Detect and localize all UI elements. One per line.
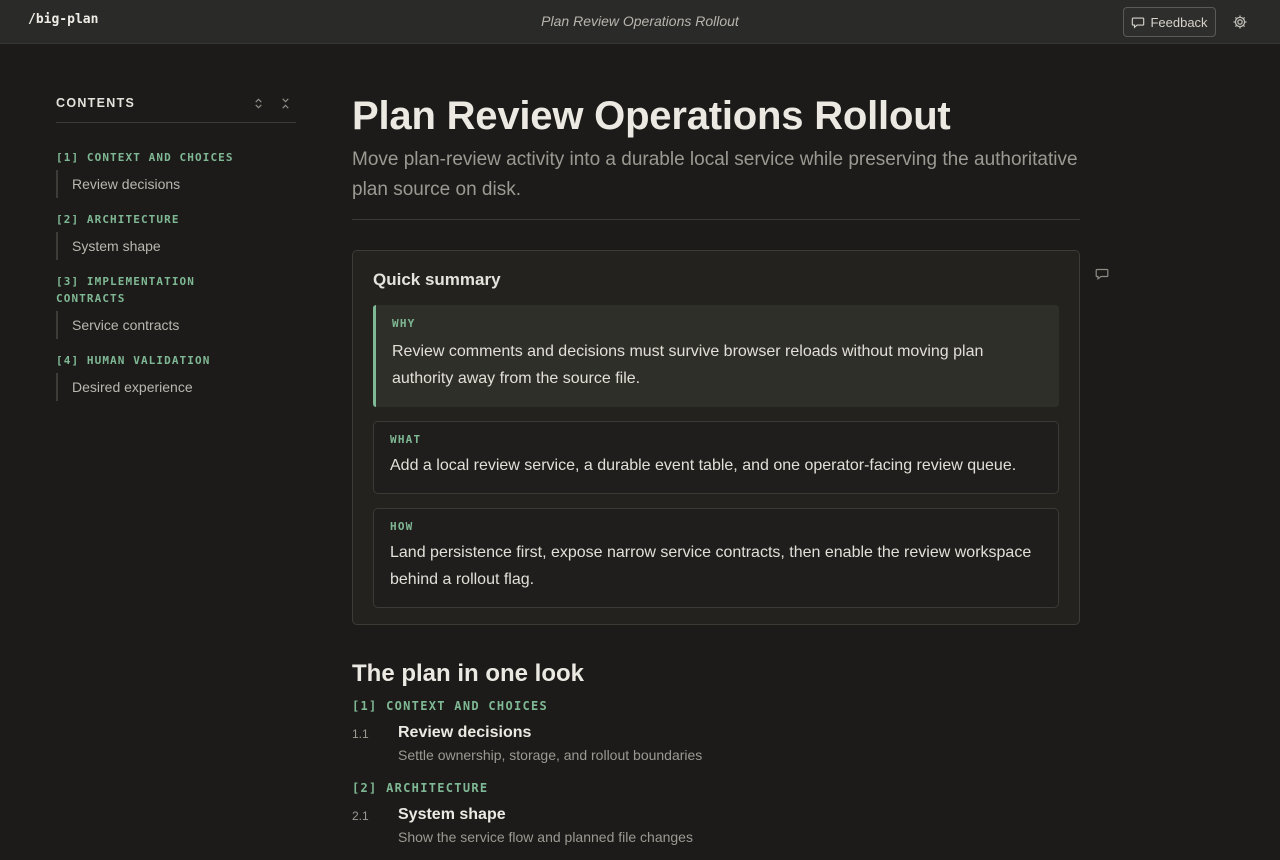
table-of-contents: CONTENTS [1] CONTEXT AND CHOICES Review … [56,92,296,401]
page-subtitle: Move plan-review activity into a durable… [352,149,1078,200]
what-card: WHAT Add a local review service, a durab… [373,421,1059,494]
toc-title: CONTENTS [56,96,136,110]
main-content: Plan Review Operations Rollout Move plan… [352,92,1080,845]
page-title: Plan Review Operations Rollout [352,94,951,138]
chat-bubble-icon [1132,17,1145,29]
comment-icon[interactable] [1095,267,1109,281]
toc-item-service-contracts[interactable]: Service contracts [56,311,296,339]
how-label: HOW [390,520,414,533]
plan-item-description: Settle ownership, storage, and rollout b… [398,747,703,763]
feedback-button[interactable]: Feedback [1123,7,1216,37]
toc-section: [2] ARCHITECTURE System shape [56,211,296,260]
toc-section-architecture[interactable]: [2] ARCHITECTURE [56,211,246,228]
plan-item-number: 1.1 [352,727,369,741]
window-title: Plan Review Operations Rollout [541,13,739,29]
toc-section: [4] HUMAN VALIDATION Desired experience [56,352,296,401]
toc-section: [3] IMPLEMENTATION CONTRACTS Service con… [56,273,296,339]
toc-section-human-validation[interactable]: [4] HUMAN VALIDATION [56,352,246,369]
title-divider [352,219,1080,220]
how-card: HOW Land persistence first, expose narro… [373,508,1059,608]
collapse-all-icon[interactable] [279,97,292,110]
plan-section-architecture[interactable]: [2] ARCHITECTURE [352,781,1080,795]
gear-icon[interactable] [1232,14,1248,30]
plan-item-number: 2.1 [352,809,369,823]
expand-all-icon[interactable] [252,97,265,110]
what-text: Add a local review service, a durable ev… [390,457,1017,474]
toc-header: CONTENTS [56,92,296,114]
plan-overview-heading: The plan in one look [352,660,585,687]
toc-item-desired-experience[interactable]: Desired experience [56,373,296,401]
top-bar: /big-plan Plan Review Operations Rollout… [0,0,1280,44]
toc-section-context[interactable]: [1] CONTEXT AND CHOICES [56,149,246,166]
quick-summary-title: Quick summary [373,270,501,289]
plan-item[interactable]: 2.1 System shape Show the service flow a… [352,805,1080,845]
quick-summary-panel: Quick summary WHY Review comments and de… [352,250,1080,625]
why-text: Review comments and decisions must survi… [392,343,984,387]
toc-item-review-decisions[interactable]: Review decisions [56,170,296,198]
why-label: WHY [392,317,416,330]
plan-item-title: System shape [398,806,506,823]
plan-section-context[interactable]: [1] CONTEXT AND CHOICES [352,699,1080,713]
why-card: WHY Review comments and decisions must s… [373,305,1059,407]
toc-divider [56,122,296,123]
plan-item-title: Review decisions [398,724,532,741]
plan-item[interactable]: 1.1 Review decisions Settle ownership, s… [352,723,1080,763]
how-text: Land persistence first, expose narrow se… [390,544,1032,588]
toc-item-system-shape[interactable]: System shape [56,232,296,260]
plan-item-description: Show the service flow and planned file c… [398,829,693,845]
feedback-label: Feedback [1150,14,1208,30]
what-label: WHAT [390,433,422,446]
toc-section-implementation[interactable]: [3] IMPLEMENTATION CONTRACTS [56,273,246,307]
toc-section: [1] CONTEXT AND CHOICES Review decisions [56,149,296,198]
